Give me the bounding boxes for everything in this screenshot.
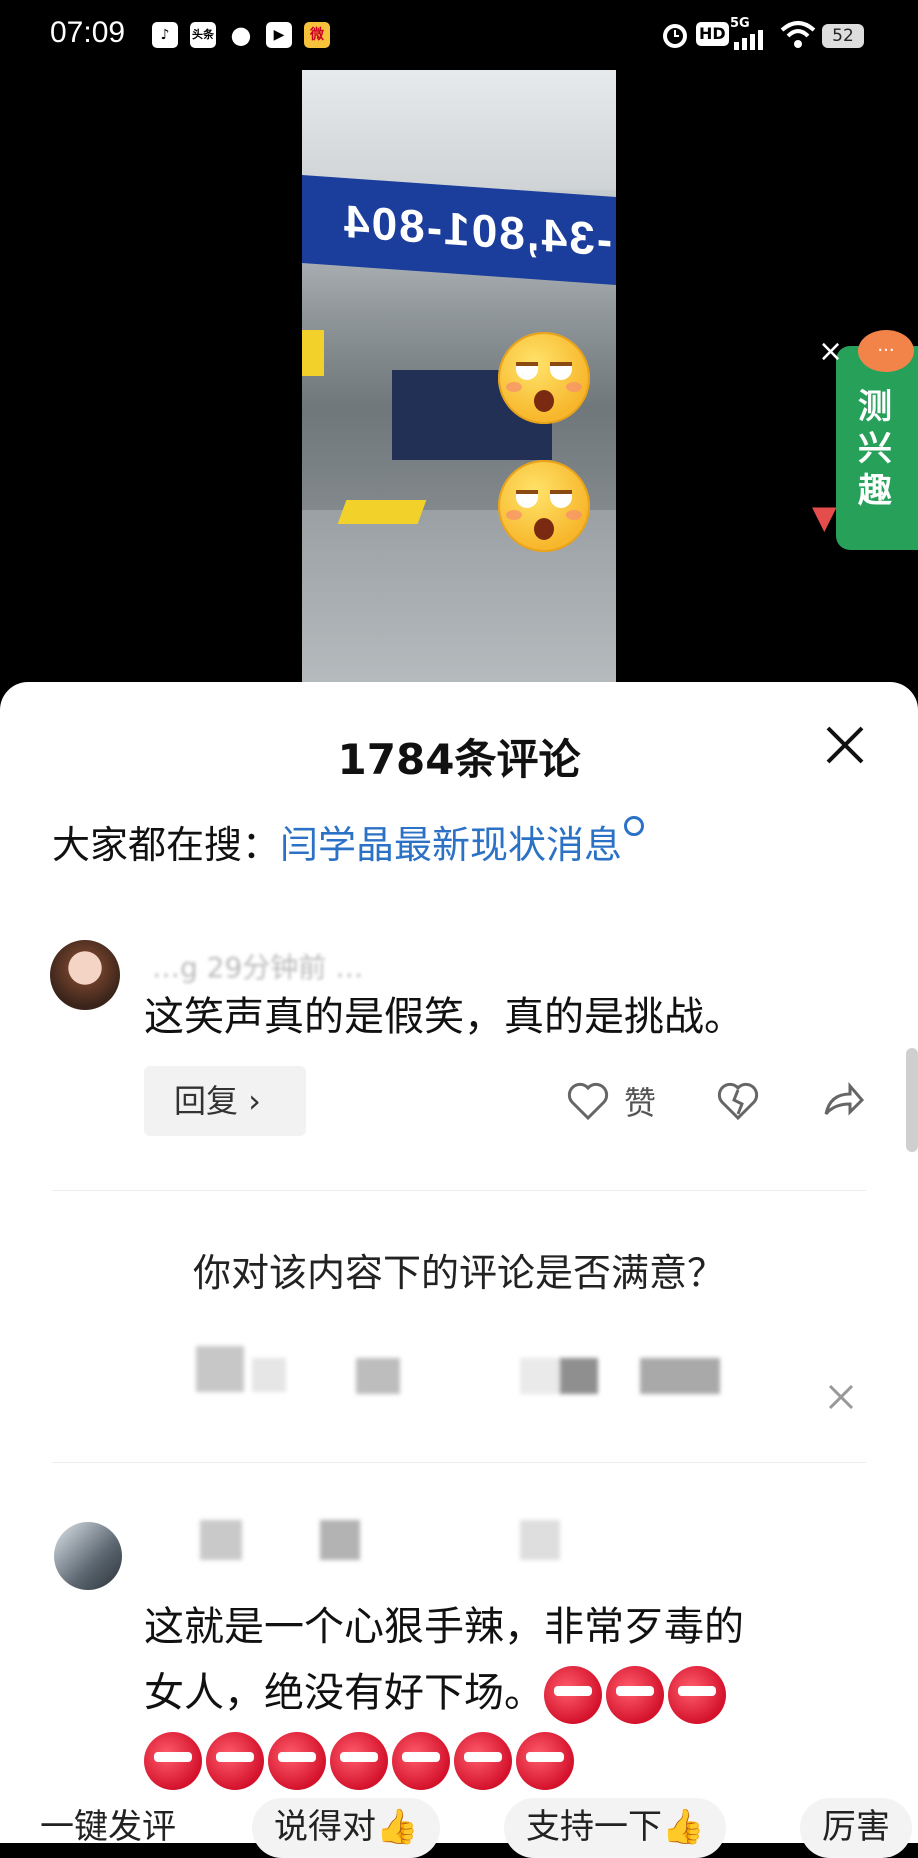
scrollbar[interactable] (906, 1048, 918, 1152)
hd-badge: HD (696, 22, 729, 46)
video-yellow-marker (337, 500, 427, 524)
like-heart-icon[interactable] (566, 1076, 610, 1126)
survey-option-label[interactable] (356, 1358, 400, 1394)
search-icon (624, 816, 645, 836)
status-bar: 07:09 ♪ 头条 ● ▶ 微 HD 5G 52 (0, 0, 918, 72)
alarm-icon (663, 24, 687, 48)
comments-count-title: 1784条评论 (337, 735, 581, 784)
like-label[interactable]: 赞 (624, 1078, 656, 1128)
angry-face-emoji-icon (544, 1666, 602, 1724)
comment-text: 这笑声真的是假笑，真的是挑战。 (144, 994, 744, 1040)
survey-question: 你对该内容下的评论是否满意？ (192, 1251, 725, 1295)
battery-indicator: 52 (822, 24, 864, 48)
close-icon[interactable] (820, 720, 870, 770)
trending-search-row: 大家都在搜：闫学晶最新现状消息 (52, 814, 645, 869)
survey-close-icon[interactable] (826, 1382, 856, 1412)
video-ceiling (302, 70, 616, 190)
dislike-broken-heart-icon[interactable] (716, 1076, 760, 1126)
video-signboard: -34,801-804 (302, 175, 616, 285)
divider (52, 1462, 866, 1463)
quick-reply-chip[interactable]: 厉害 (800, 1798, 912, 1858)
video-player[interactable]: -34,801-804 (302, 70, 616, 685)
comment-text-line-words: 女人，绝没有好下场。 (144, 1670, 544, 1716)
angry-face-emoji-icon (668, 1666, 726, 1724)
share-icon[interactable] (820, 1076, 866, 1126)
trending-search-link[interactable]: 闫学晶最新现状消息 (280, 823, 622, 867)
survey-option-icon[interactable] (560, 1358, 598, 1394)
signal-icon (734, 30, 763, 50)
comment-meta (200, 1520, 242, 1560)
sleepy-face-emoji-icon (498, 332, 590, 424)
divider (52, 1190, 866, 1191)
comment-meta (520, 1520, 560, 1560)
survey-option-icon[interactable] (252, 1358, 286, 1392)
survey-option-icon[interactable] (196, 1346, 244, 1392)
quick-reply-chip[interactable]: 说得对👍 (252, 1798, 441, 1858)
tiktok-icon: ♪ (152, 22, 178, 48)
sleepy-face-emoji-icon (498, 460, 590, 552)
comments-sheet: 1784条评论 大家都在搜：闫学晶最新现状消息 …g 29分钟前 … 这笑声真的… (0, 682, 918, 1858)
comment-text-line: 这就是一个心狠手辣，非常歹毒的 (144, 1604, 744, 1650)
quick-reply-bar: 一键发评 说得对👍 支持一下👍 厉害 (0, 1782, 918, 1858)
video-sign-text: -34,801-804 (342, 194, 613, 266)
wifi-icon (780, 21, 816, 48)
quick-reply-chip[interactable]: 支持一下👍 (504, 1798, 727, 1858)
trending-search-prefix: 大家都在搜： (52, 823, 281, 867)
avatar[interactable] (50, 940, 120, 1010)
shuttlecock-icon: ▼ (812, 498, 837, 536)
wechat-icon: ● (230, 21, 252, 49)
toutiao-icon: 头条 (190, 22, 216, 48)
comment-meta (320, 1520, 360, 1560)
comment-text: 这就是一个心狠手辣，非常歹毒的 女人，绝没有好下场。 (144, 1594, 744, 1792)
side-tab-close-icon[interactable]: × (818, 334, 843, 369)
angry-face-emoji-icon (606, 1666, 664, 1724)
play-icon: ▶ (266, 22, 292, 48)
weibo-icon: 微 (304, 22, 330, 48)
reply-button[interactable]: 回复 › (144, 1066, 306, 1136)
interest-test-label: 测兴趣 (858, 387, 892, 511)
avatar[interactable] (54, 1522, 122, 1590)
comment-text-line: 女人，绝没有好下场。 (144, 1660, 744, 1726)
survey-option-icon[interactable] (520, 1358, 562, 1394)
comment-meta: …g 29分钟前 … (152, 951, 364, 984)
chat-bubble-icon: ··· (858, 330, 914, 372)
status-time: 07:09 (50, 16, 126, 49)
survey-option-label[interactable] (640, 1358, 720, 1394)
one-click-comment-label[interactable]: 一键发评 (30, 1798, 186, 1858)
video-yellow-marker (302, 330, 324, 376)
